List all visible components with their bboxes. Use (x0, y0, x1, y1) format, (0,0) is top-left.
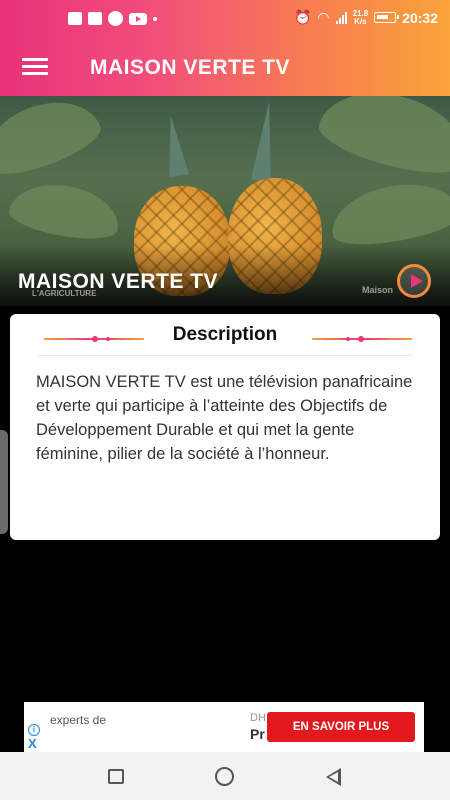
wifi-icon: ◠ (317, 9, 330, 25)
background-leaf (313, 96, 450, 185)
notification-icons (68, 11, 157, 26)
circle-icon (108, 11, 123, 26)
network-speed-unit: K/s (354, 16, 367, 26)
description-text: MAISON VERTE TV est une télévision panaf… (36, 373, 413, 463)
system-nav-bar (0, 752, 450, 800)
ad-banner[interactable]: i X experts de DH Pr EN SAVOIR PLUS (24, 702, 424, 752)
watermark-left: L'AGRICULTURE (32, 289, 97, 298)
ad-text-right-top: DH (250, 712, 266, 724)
message-icon (88, 12, 102, 25)
youtube-icon (129, 12, 147, 25)
dot-icon (153, 16, 157, 21)
status-bar: ⏰ ◠ 21.8 K/s 20:32 (0, 0, 450, 38)
app-header: ⏰ ◠ 21.8 K/s 20:32 MAISON VERTE TV (0, 0, 450, 96)
ad-text: experts de (50, 713, 107, 727)
pineapple-crown (160, 114, 190, 178)
app-bar: MAISON VERTE TV (0, 38, 450, 96)
home-icon[interactable] (215, 767, 234, 786)
alarm-icon: ⏰ (293, 9, 312, 25)
hamburger-menu-icon[interactable] (22, 58, 48, 76)
edge-handle[interactable] (0, 430, 8, 534)
ad-text-right: Pr (250, 726, 265, 742)
clock: 20:32 (402, 9, 438, 26)
system-icons: ⏰ ◠ 21.8 K/s 20:32 (294, 9, 438, 26)
facebook-icon (68, 12, 82, 25)
hero-thumbnail[interactable]: MAISON VERTE TV L'AGRICULTURE Maison (0, 96, 450, 306)
divider-ornament-right (312, 334, 412, 344)
watermark-right: Maison (362, 285, 394, 295)
pineapple-crown (250, 100, 280, 182)
background-leaf (0, 96, 107, 185)
description-card: Description MAISON VERTE TV est une télé… (10, 314, 440, 540)
battery-icon (374, 12, 400, 23)
background-leaf (6, 176, 124, 246)
ad-info-icon[interactable]: i (28, 724, 40, 736)
ad-close-icon[interactable]: X (28, 737, 37, 750)
ad-cta-button[interactable]: EN SAVOIR PLUS (267, 712, 415, 742)
network-speed: 21.8 K/s (353, 9, 369, 26)
signal-icon (335, 11, 347, 24)
recent-apps-icon[interactable] (108, 769, 124, 784)
app-title: MAISON VERTE TV (90, 56, 291, 79)
background-leaf (326, 175, 450, 252)
back-icon[interactable] (326, 768, 341, 786)
play-icon[interactable] (397, 264, 431, 298)
description-header: Description (38, 324, 412, 356)
